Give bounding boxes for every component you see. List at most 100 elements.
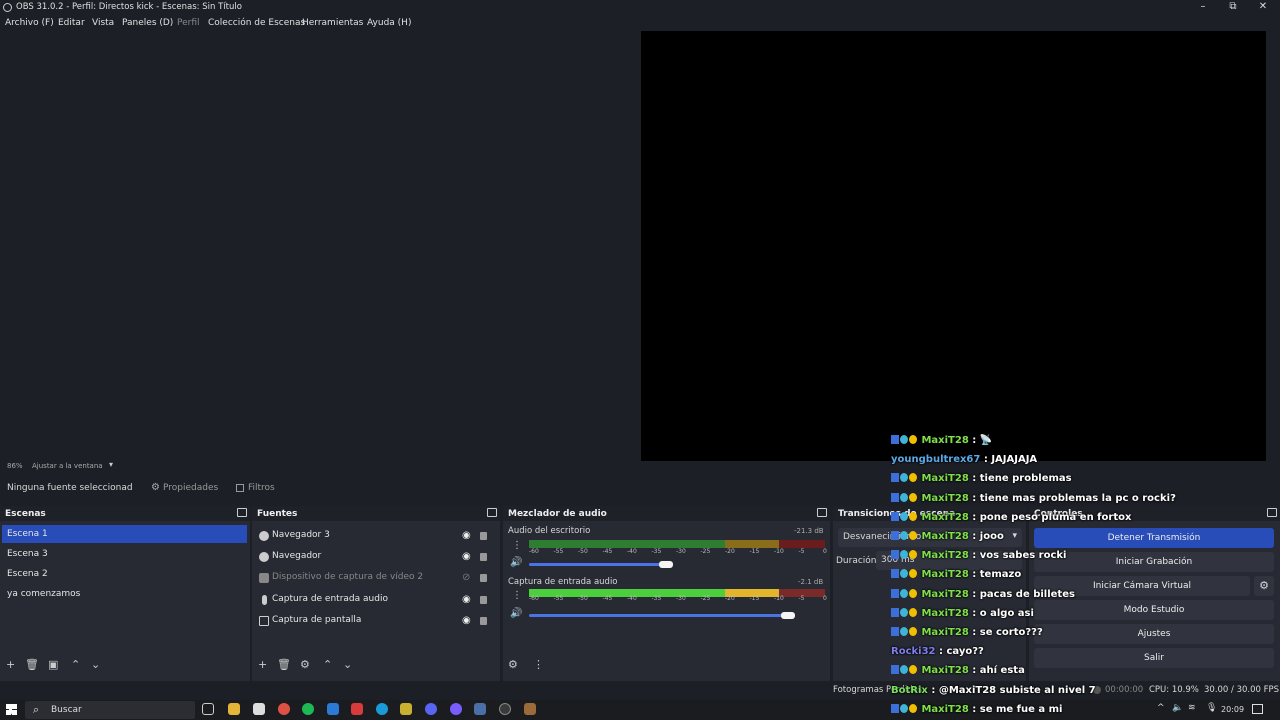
volume-knob[interactable] xyxy=(659,561,673,568)
lock-icon[interactable] xyxy=(480,553,487,561)
source-item[interactable]: Captura de entrada audio ◉ xyxy=(256,591,496,609)
move-up-icon[interactable]: ⌃ xyxy=(323,658,332,671)
minimize-button[interactable]: – xyxy=(1188,0,1218,15)
undock-icon[interactable] xyxy=(1267,508,1277,517)
app-icon[interactable] xyxy=(524,703,536,715)
trash-icon[interactable]: 🗑 xyxy=(25,658,39,671)
gear-icon[interactable]: ⚙ xyxy=(508,658,518,671)
preview-canvas[interactable] xyxy=(641,31,1266,461)
search-box[interactable]: ⌕ Buscar xyxy=(25,701,195,719)
add-scene-button[interactable]: + xyxy=(6,658,15,671)
obs-taskbar-icon[interactable] xyxy=(499,703,511,715)
badge-icon xyxy=(900,435,908,444)
menu-archivo[interactable]: Archivo (F) xyxy=(5,18,54,28)
menu-perfil[interactable]: Perfil xyxy=(177,18,200,28)
app-icon[interactable] xyxy=(474,703,486,715)
windows-start-icon[interactable] xyxy=(6,704,17,715)
file-explorer-icon[interactable] xyxy=(228,703,240,715)
chrome-icon[interactable] xyxy=(278,703,290,715)
lock-icon[interactable] xyxy=(480,617,487,625)
scene-item[interactable]: Escena 3 xyxy=(2,545,247,563)
eye-icon[interactable]: ◉ xyxy=(462,530,471,541)
source-item[interactable]: Dispositivo de captura de vídeo 2 ⊘ xyxy=(256,569,496,587)
tray-chevron-icon[interactable]: ^ xyxy=(1157,703,1165,713)
volume-slider[interactable] xyxy=(529,614,788,617)
app-icon[interactable] xyxy=(351,703,363,715)
eye-icon[interactable]: ◉ xyxy=(462,594,471,605)
wifi-icon[interactable]: ≋ xyxy=(1188,703,1196,713)
store-icon[interactable] xyxy=(253,703,265,715)
gear-icon[interactable]: ⚙ xyxy=(300,658,310,671)
properties-button[interactable]: Propiedades xyxy=(163,483,218,493)
app-icon[interactable] xyxy=(400,703,412,715)
kebab-icon[interactable]: ⋮ xyxy=(512,540,522,551)
trash-icon[interactable]: 🗑 xyxy=(277,658,291,671)
tick-label: -60 xyxy=(529,595,539,602)
badge-icon xyxy=(891,627,899,636)
eye-icon[interactable]: ◉ xyxy=(462,551,471,562)
spotify-icon[interactable] xyxy=(302,703,314,715)
discord-icon[interactable] xyxy=(425,703,437,715)
menu-ayuda[interactable]: Ayuda (H) xyxy=(367,18,411,28)
tick-label: -30 xyxy=(676,548,686,555)
speaker-icon[interactable]: 🔊 xyxy=(510,557,522,568)
scene-item[interactable]: Escena 1 xyxy=(2,525,247,543)
eye-icon[interactable]: ◉ xyxy=(462,615,471,626)
undock-icon[interactable] xyxy=(487,508,497,517)
chat-message: youngbultrex67 : JAJAJAJA xyxy=(891,454,1037,465)
move-down-icon[interactable]: ⌄ xyxy=(343,658,352,671)
kebab-icon[interactable]: ⋮ xyxy=(533,658,544,671)
move-up-icon[interactable]: ⌃ xyxy=(71,658,80,671)
clock[interactable]: 20:09 xyxy=(1221,705,1244,714)
maximize-button[interactable]: ⧉ xyxy=(1218,0,1248,15)
lock-icon[interactable] xyxy=(480,574,487,582)
scene-item[interactable]: Escena 2 xyxy=(2,565,247,583)
app-icon[interactable] xyxy=(327,703,339,715)
sources-title: Fuentes xyxy=(252,506,500,521)
badge-icon xyxy=(900,569,908,579)
chat-username: MaxiT28 xyxy=(921,588,969,600)
speaker-icon[interactable]: 🔊 xyxy=(510,608,522,619)
add-source-button[interactable]: + xyxy=(258,658,267,671)
tick-label: 0 xyxy=(823,595,827,602)
lock-icon[interactable] xyxy=(480,532,487,540)
close-button[interactable]: ✕ xyxy=(1248,0,1278,15)
filter-scene-button[interactable]: ▣ xyxy=(48,658,58,671)
undock-icon[interactable] xyxy=(237,508,247,517)
volume-knob[interactable] xyxy=(781,612,795,619)
volume-icon[interactable]: 🔈 xyxy=(1172,703,1183,713)
scene-item[interactable]: ya comenzamos xyxy=(2,585,247,603)
fit-window-dropdown[interactable]: Ajustar a la ventana xyxy=(32,462,103,470)
notifications-icon[interactable] xyxy=(1252,704,1263,714)
chat-overlay: MaxiT28 : 📡 youngbultrex67 : JAJAJAJA Max… xyxy=(885,417,1176,720)
menu-editar[interactable]: Editar xyxy=(58,18,85,28)
source-item[interactable]: Navegador 3 ◉ xyxy=(256,527,496,545)
mic-icon[interactable]: 🎙 xyxy=(1206,703,1217,713)
filters-button[interactable]: Filtros xyxy=(248,483,275,493)
menu-herramientas[interactable]: Herramientas xyxy=(302,18,363,28)
move-down-icon[interactable]: ⌄ xyxy=(91,658,100,671)
globe-icon xyxy=(259,531,269,541)
volume-slider[interactable] xyxy=(529,563,665,566)
source-item[interactable]: Captura de pantalla ◉ xyxy=(256,612,496,630)
badge-icon xyxy=(909,435,917,444)
tick-label: -60 xyxy=(529,548,539,555)
badge-icon xyxy=(891,607,899,617)
menu-coleccion[interactable]: Colección de Escenas xyxy=(208,18,305,28)
badge-icon xyxy=(891,550,899,560)
eye-slash-icon[interactable]: ⊘ xyxy=(462,572,470,583)
menu-paneles[interactable]: Paneles (D) xyxy=(122,18,173,28)
edge-icon[interactable] xyxy=(376,703,388,715)
menu-vista[interactable]: Vista xyxy=(92,18,114,28)
gear-icon[interactable]: ⚙ xyxy=(1254,576,1274,596)
source-item[interactable]: Navegador ◉ xyxy=(256,548,496,566)
chat-message: MaxiT28 : se corto??? xyxy=(891,627,1043,638)
lock-icon[interactable] xyxy=(480,596,487,604)
app-icon[interactable] xyxy=(450,703,462,715)
chat-username: MaxiT28 xyxy=(921,435,969,446)
chat-text: : tiene mas problemas la pc o rocki? xyxy=(968,492,1176,504)
kebab-icon[interactable]: ⋮ xyxy=(512,590,522,601)
task-view-icon[interactable] xyxy=(202,703,214,715)
undock-icon[interactable] xyxy=(817,508,827,517)
channel-name: Captura de entrada audio xyxy=(508,577,618,587)
